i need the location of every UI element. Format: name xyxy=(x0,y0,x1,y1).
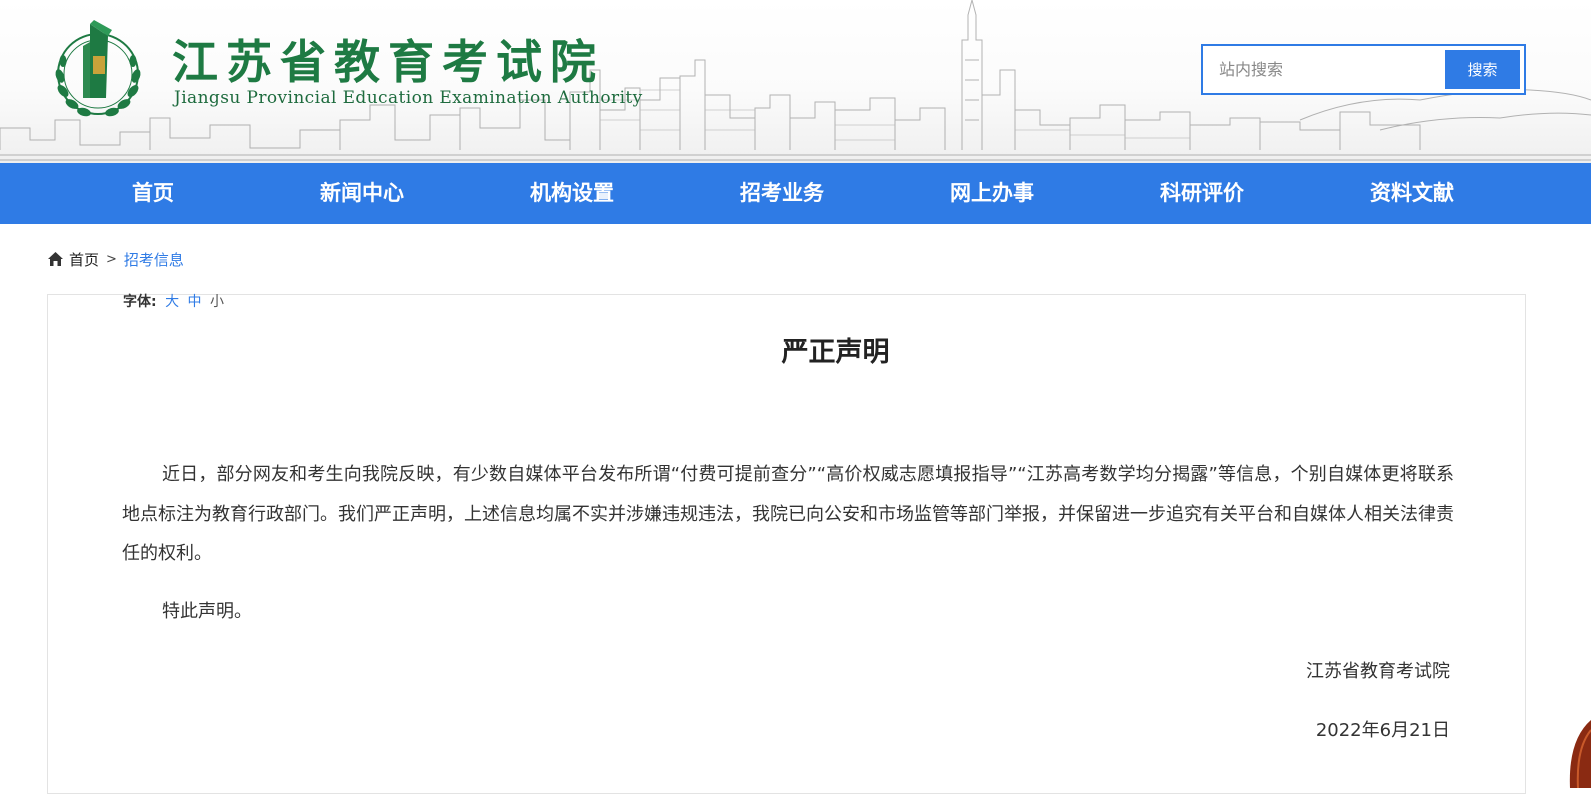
font-size-medium[interactable]: 中 xyxy=(188,294,202,309)
nav-item-news[interactable]: 新闻中心 xyxy=(282,163,442,224)
nav-item-home[interactable]: 首页 xyxy=(73,163,233,224)
article-title: 严正声明 xyxy=(0,336,1591,370)
search-input[interactable] xyxy=(1203,46,1443,93)
nav-item-exams[interactable]: 招考业务 xyxy=(702,163,862,224)
corner-decoration-icon xyxy=(1569,720,1591,788)
article-paragraph: 近日，部分网友和考生向我院反映，有少数自媒体平台发布所谓“付费可提前查分”“高价… xyxy=(122,464,1454,564)
font-size-label: 字体: xyxy=(123,294,157,309)
site-search: 搜索 xyxy=(1201,44,1526,95)
article-paragraph-closing: 特此声明。 xyxy=(162,601,252,622)
breadcrumb-current[interactable]: 招考信息 xyxy=(124,249,184,270)
breadcrumb-home[interactable]: 首页 xyxy=(69,249,99,270)
search-button[interactable]: 搜索 xyxy=(1445,50,1520,89)
jpeea-emblem-icon xyxy=(55,20,141,117)
font-size-selector: 字体: 大 中 小 xyxy=(123,291,224,309)
article-date: 2022年6月21日 xyxy=(1315,720,1450,741)
nav-item-org[interactable]: 机构设置 xyxy=(492,163,652,224)
nav-item-documents[interactable]: 资料文献 xyxy=(1332,163,1492,224)
site-header: 江苏省教育考试院 Jiangsu Provincial Education Ex… xyxy=(0,0,1591,163)
main-nav: 首页 新闻中心 机构设置 招考业务 网上办事 科研评价 资料文献 xyxy=(0,163,1591,224)
article-signature: 江苏省教育考试院 xyxy=(1306,661,1450,682)
nav-item-online[interactable]: 网上办事 xyxy=(912,163,1072,224)
site-subtitle: Jiangsu Provincial Education Examination… xyxy=(174,88,643,108)
font-size-large[interactable]: 大 xyxy=(165,294,179,309)
font-size-small[interactable]: 小 xyxy=(210,294,224,309)
site-title: 江苏省教育考试院 xyxy=(172,35,604,89)
breadcrumb-separator: > xyxy=(106,251,117,267)
breadcrumb: 首页 > 招考信息 xyxy=(47,247,184,271)
nav-item-research[interactable]: 科研评价 xyxy=(1122,163,1282,224)
article-title-text: 严正声明 xyxy=(781,337,890,368)
home-icon[interactable] xyxy=(47,251,64,267)
